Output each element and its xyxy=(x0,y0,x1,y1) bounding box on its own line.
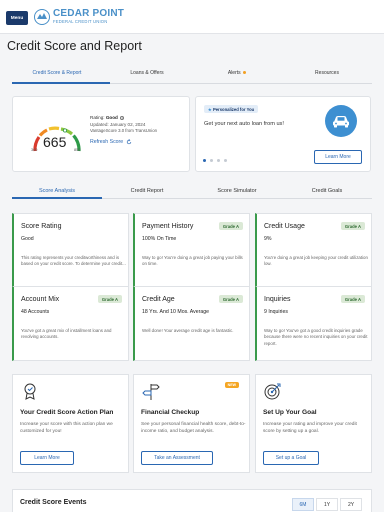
metric-title: Inquiries xyxy=(264,296,291,303)
tab-loans-offers[interactable]: Loans & Offers xyxy=(102,70,192,76)
refresh-icon xyxy=(127,138,132,145)
main-tabs: Credit Score & Report Loans & Offers Ale… xyxy=(0,70,384,82)
personalized-badge-label: Personalized for You xyxy=(212,106,255,112)
metric-card-payment-history[interactable]: Payment History Grade A 100% On Time Way… xyxy=(133,213,250,288)
metric-card-score-rating[interactable]: Score Rating Good This rating represents… xyxy=(12,213,129,288)
feature-description: Increase your rating and improve your cr… xyxy=(263,422,357,434)
alert-dot-icon xyxy=(242,70,247,75)
set-up-goal-button[interactable]: Set up a Goal xyxy=(263,451,319,465)
carousel-dot[interactable] xyxy=(210,159,213,162)
metric-title: Account Mix xyxy=(21,296,60,303)
promo-learn-more-button[interactable]: Learn More xyxy=(314,150,362,164)
tab-alerts-label: Alerts xyxy=(227,70,241,76)
metric-title: Credit Age xyxy=(142,296,175,303)
metric-value: 48 Accounts xyxy=(21,309,50,315)
active-sub-tab-indicator xyxy=(12,197,102,199)
carousel-dot[interactable] xyxy=(203,159,206,162)
score-info: Rating: Good i Updated: January 02, 2024… xyxy=(90,114,157,146)
metric-card-inquiries[interactable]: Inquiries Grade A 9 Inquiries Way to go!… xyxy=(255,286,372,361)
metric-description: You're doing a great job keeping your cr… xyxy=(264,255,368,267)
updated-date: Updated: January 02, 2024 xyxy=(90,122,146,128)
range-tab-6m[interactable]: 6M xyxy=(292,498,314,511)
metric-title: Payment History xyxy=(142,223,194,230)
trophy-icon xyxy=(24,383,36,400)
metric-value: 9 Inquiries xyxy=(264,309,288,315)
range-tabs: 6M 1Y 2Y xyxy=(290,498,362,511)
feature-title: Financial Checkup xyxy=(141,409,200,416)
refresh-score-label: Refresh Score xyxy=(90,138,124,145)
grade-badge: Grade A xyxy=(97,295,122,303)
metric-card-credit-usage[interactable]: Credit Usage Grade A 9% You're doing a g… xyxy=(255,213,372,288)
feature-title: Set Up Your Goal xyxy=(263,409,317,416)
metric-card-credit-age[interactable]: Credit Age Grade A 18 Yrs. And 10 Mos. A… xyxy=(133,286,250,361)
metric-description: Well done! Your average credit age is fa… xyxy=(142,328,234,333)
signpost-icon xyxy=(142,384,160,400)
metric-value: 18 Yrs. And 10 Mos. Average xyxy=(142,309,209,315)
score-card: 665 300 850 Rating: Good i Updated: Janu… xyxy=(12,96,190,172)
personalized-badge: ★ Personalized for You xyxy=(204,105,259,113)
rating-line: Rating: Good i xyxy=(90,114,157,121)
grade-badge: Grade A xyxy=(340,222,365,230)
metric-title: Score Rating xyxy=(21,223,62,230)
grade-badge: Grade A xyxy=(218,222,243,230)
car-icon xyxy=(325,105,357,137)
refresh-score-link[interactable]: Refresh Score xyxy=(90,138,157,146)
carousel-dot[interactable] xyxy=(224,159,227,162)
credit-score-events-panel: Credit Score Events 6M 1Y 2Y xyxy=(12,489,372,512)
tab-resources[interactable]: Resources xyxy=(282,70,372,76)
logo-mark-icon xyxy=(34,9,50,25)
tab-score-simulator[interactable]: Score Simulator xyxy=(192,188,282,194)
logo-name: CEDAR POINT xyxy=(53,8,125,20)
tab-credit-score-report[interactable]: Credit Score & Report xyxy=(12,70,102,76)
carousel-dots xyxy=(203,159,231,162)
action-plan-learn-more-button[interactable]: Learn More xyxy=(20,451,74,465)
metric-value: Good xyxy=(21,236,34,242)
metric-value: 9% xyxy=(264,236,272,242)
grade-badge: Grade A xyxy=(340,295,365,303)
logo[interactable]: CEDAR POINT FEDERAL CREDIT UNION xyxy=(34,9,124,25)
menu-button[interactable]: Menu xyxy=(6,11,28,25)
star-icon: ★ xyxy=(208,106,212,112)
feature-description: Increase your score with this action pla… xyxy=(20,422,113,434)
action-plan-card: Your Credit Score Action Plan Increase y… xyxy=(12,374,129,473)
active-tab-indicator xyxy=(12,82,110,84)
rating-label: Rating: xyxy=(90,115,105,120)
metric-description: This rating represents your creditworthi… xyxy=(21,255,126,267)
gauge-min-label: 300 xyxy=(31,148,38,152)
metric-description: You've got a great mix of installment lo… xyxy=(21,328,112,340)
top-bar: Menu CEDAR POINT FEDERAL CREDIT UNION xyxy=(0,0,384,34)
take-assessment-button[interactable]: Take an Assessment xyxy=(141,451,213,465)
tab-score-analysis[interactable]: Score Analysis xyxy=(12,188,102,194)
promo-text: Get your next auto loan from us! xyxy=(204,121,284,127)
target-icon xyxy=(264,383,281,400)
feature-description: See your personal financial health score… xyxy=(141,422,246,434)
credit-score-value: 665 xyxy=(43,134,67,150)
carousel-dot[interactable] xyxy=(217,159,220,162)
set-goal-card: Set Up Your Goal Increase your rating an… xyxy=(255,374,372,473)
events-title: Credit Score Events xyxy=(20,499,87,506)
new-badge: NEW xyxy=(224,382,239,388)
range-tab-1y[interactable]: 1Y xyxy=(316,498,338,511)
logo-subtitle: FEDERAL CREDIT UNION xyxy=(53,19,108,25)
feature-title: Your Credit Score Action Plan xyxy=(20,409,114,416)
financial-checkup-card: NEW Financial Checkup See your personal … xyxy=(133,374,250,473)
tab-credit-report[interactable]: Credit Report xyxy=(102,188,192,194)
metric-title: Credit Usage xyxy=(264,223,305,230)
grade-badge: Grade A xyxy=(218,295,243,303)
tab-alerts[interactable]: Alerts xyxy=(192,70,282,76)
range-tab-2y[interactable]: 2Y xyxy=(340,498,362,511)
score-source: VantageScore 3.0 from TransUnion xyxy=(90,128,158,134)
rating-value: Good xyxy=(105,115,118,120)
tab-credit-goals[interactable]: Credit Goals xyxy=(282,188,372,194)
metric-description: Way to go! You're doing a great job payi… xyxy=(142,255,243,267)
gauge-max-label: 850 xyxy=(74,148,81,152)
promo-card: ★ Personalized for You Get your next aut… xyxy=(195,96,371,172)
metric-description: Way to go! You've got a good credit inqu… xyxy=(264,328,368,346)
metric-value: 100% On Time xyxy=(142,236,177,242)
info-icon[interactable]: i xyxy=(120,115,125,120)
metric-card-account-mix[interactable]: Account Mix Grade A 48 Accounts You've g… xyxy=(12,286,129,361)
page-title: Credit Score and Report xyxy=(7,39,142,53)
